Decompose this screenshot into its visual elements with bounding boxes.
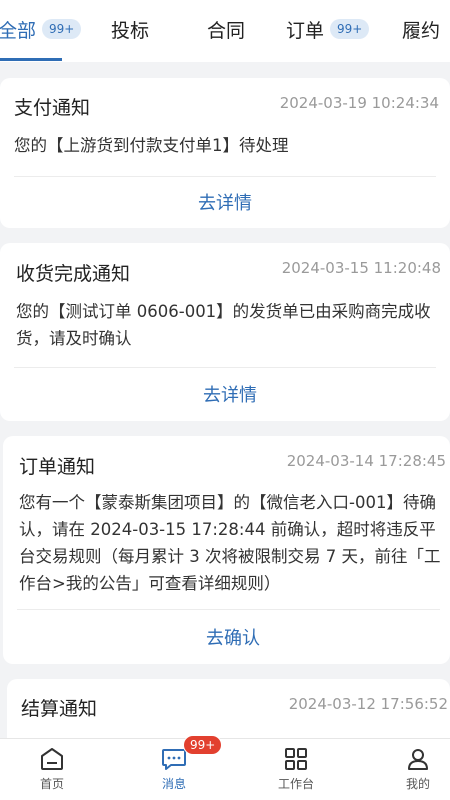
notification-card[interactable]: 支付通知 2024-03-19 10:24:34 您的【上游货到付款支付单1】待…: [0, 78, 450, 228]
tab-bidding[interactable]: 投标: [111, 14, 149, 44]
nav-messages[interactable]: 99+ 消息: [134, 735, 223, 800]
card-title: 支付通知: [14, 97, 91, 119]
nav-label: 我的: [405, 777, 430, 791]
card-title: 结算通知: [21, 698, 98, 720]
card-timestamp: 2024-03-19 10:24:34: [279, 94, 439, 112]
tab-label: 全部: [0, 19, 37, 42]
notification-card[interactable]: 订单通知 2024-03-14 17:28:45 您有一个【蒙泰斯集团项目】的【…: [3, 436, 450, 664]
tab-label: 履约: [402, 19, 441, 42]
tab-label: 投标: [111, 19, 150, 42]
card-message: 您有一个【蒙泰斯集团项目】的【微信老入口-001】待确认，请在 2024-03-…: [19, 493, 441, 593]
card-timestamp: 2024-03-14 17:28:45: [286, 452, 446, 470]
card-message: 您的【测试订单 0606-001】的发货单已由采购商完成收货，请及时确认: [16, 302, 431, 348]
card-divider: [14, 367, 436, 368]
tab-label: 订单: [286, 19, 325, 42]
tab-fulfillment[interactable]: 履约: [402, 14, 440, 44]
card-timestamp: 2024-03-12 17:56:52: [288, 695, 448, 713]
detail-link[interactable]: 去详情: [0, 189, 450, 215]
profile-icon: [408, 749, 428, 770]
nav-workbench[interactable]: 工作台: [256, 739, 336, 800]
card-title: 订单通知: [19, 456, 96, 478]
card-message: 您的【上游货到付款支付单1】待处理: [14, 136, 289, 155]
tab-contract[interactable]: 合同: [207, 14, 245, 44]
tab-count-badge: 99+: [330, 19, 370, 39]
nav-label: 消息: [161, 777, 186, 791]
nav-label: 首页: [39, 777, 64, 791]
confirm-link[interactable]: 去确认: [3, 624, 450, 650]
card-divider: [14, 176, 436, 177]
unread-badge: 99+: [183, 735, 223, 755]
tab-count-badge: 99+: [42, 19, 82, 39]
notification-card[interactable]: 收货完成通知 2024-03-15 11:20:48 您的【测试订单 0606-…: [0, 243, 450, 421]
workbench-icon: [285, 748, 307, 770]
detail-link[interactable]: 去详情: [0, 381, 450, 407]
card-title: 收货完成通知: [16, 263, 131, 285]
tab-all[interactable]: 全部 99+: [0, 14, 82, 44]
card-timestamp: 2024-03-15 11:20:48: [281, 259, 441, 277]
tab-orders[interactable]: 订单 99+: [286, 14, 370, 44]
card-divider: [17, 609, 440, 610]
nav-home[interactable]: 首页: [12, 739, 92, 800]
bottom-nav: 首页 99+ 消息 工作台 我的: [0, 735, 450, 800]
message-icon: [162, 749, 186, 770]
nav-profile[interactable]: 我的: [378, 739, 450, 800]
category-tabs: 全部 99+ 投标 合同 订单 99+ 履约: [0, 0, 450, 62]
home-icon: [41, 748, 63, 770]
nav-label: 工作台: [277, 777, 314, 791]
tab-label: 合同: [207, 19, 246, 42]
active-tab-indicator: [0, 58, 62, 61]
